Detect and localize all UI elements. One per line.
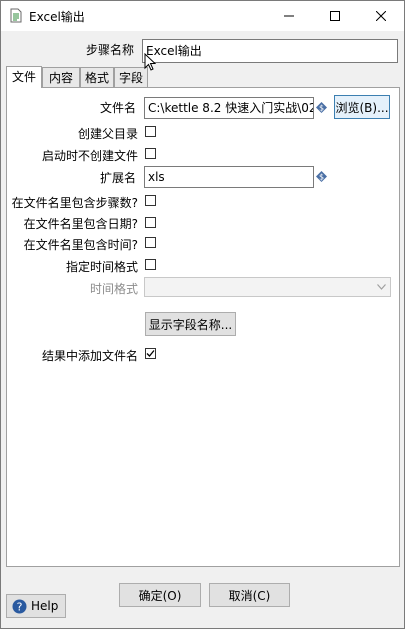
date-format-label: 时间格式 bbox=[89, 282, 138, 296]
minimize-icon bbox=[284, 15, 294, 17]
close-icon bbox=[376, 11, 386, 21]
extension-input[interactable]: xls bbox=[144, 166, 314, 188]
maximize-button[interactable] bbox=[312, 1, 358, 31]
step-name-label: 步骤名称 bbox=[85, 43, 134, 57]
maximize-icon bbox=[330, 11, 340, 21]
include-time-label: 在文件名里包含时间? bbox=[23, 238, 138, 252]
tab-fields[interactable]: 字段 bbox=[114, 67, 148, 87]
svg-text:$: $ bbox=[319, 104, 324, 113]
tab-file[interactable]: 文件 bbox=[6, 66, 42, 88]
mouse-cursor-icon bbox=[144, 53, 156, 71]
svg-text:$: $ bbox=[319, 173, 324, 182]
include-stepnr-checkbox[interactable] bbox=[145, 195, 156, 206]
include-date-checkbox[interactable] bbox=[145, 217, 156, 228]
date-format-select[interactable] bbox=[144, 277, 391, 297]
include-stepnr-label: 在文件名里包含步骤数? bbox=[11, 196, 138, 210]
variable-icon: $ bbox=[316, 102, 327, 113]
svg-text:?: ? bbox=[17, 600, 23, 613]
specify-format-label: 指定时间格式 bbox=[65, 260, 138, 274]
help-label: Help bbox=[31, 599, 59, 613]
close-button[interactable] bbox=[358, 1, 404, 31]
filename-label: 文件名 bbox=[99, 101, 136, 115]
no-create-on-start-label: 启动时不创建文件 bbox=[41, 149, 138, 163]
create-parent-checkbox[interactable] bbox=[145, 126, 156, 137]
ok-button[interactable]: 确定(O) bbox=[119, 583, 201, 607]
chevron-down-icon bbox=[377, 284, 386, 290]
include-date-label: 在文件名里包含日期? bbox=[23, 217, 138, 231]
include-time-checkbox[interactable] bbox=[145, 237, 156, 248]
create-parent-label: 创建父目录 bbox=[77, 127, 138, 141]
add-to-result-label: 结果中添加文件名 bbox=[41, 349, 138, 363]
step-name-input[interactable]: Excel输出 bbox=[142, 39, 398, 63]
title-bar: Excel输出 bbox=[1, 1, 404, 31]
cancel-button[interactable]: 取消(C) bbox=[209, 583, 290, 607]
tab-format[interactable]: 格式 bbox=[80, 67, 114, 87]
no-create-on-start-checkbox[interactable] bbox=[145, 148, 156, 159]
variable-icon: $ bbox=[316, 171, 327, 182]
minimize-button[interactable] bbox=[266, 1, 312, 31]
checkmark-icon bbox=[146, 350, 155, 357]
dialog-window: Excel输出 步骤名称 Excel输出 文件 内容 格式 字段 文件名 C:\… bbox=[0, 0, 405, 629]
help-icon: ? bbox=[12, 599, 27, 613]
window-title: Excel输出 bbox=[29, 10, 85, 24]
show-fields-button[interactable]: 显示字段名称... bbox=[145, 312, 236, 336]
tab-content[interactable]: 内容 bbox=[42, 67, 80, 87]
help-button[interactable]: ? Help bbox=[6, 594, 66, 618]
extension-label: 扩展名 bbox=[99, 171, 136, 185]
filename-input[interactable]: C:\kettle 8.2 快速入门实战\02 bbox=[144, 97, 314, 119]
add-to-result-checkbox[interactable] bbox=[145, 348, 156, 359]
browse-button[interactable]: 浏览(B)... bbox=[334, 95, 390, 119]
specify-format-checkbox[interactable] bbox=[145, 259, 156, 270]
document-icon bbox=[10, 8, 22, 23]
